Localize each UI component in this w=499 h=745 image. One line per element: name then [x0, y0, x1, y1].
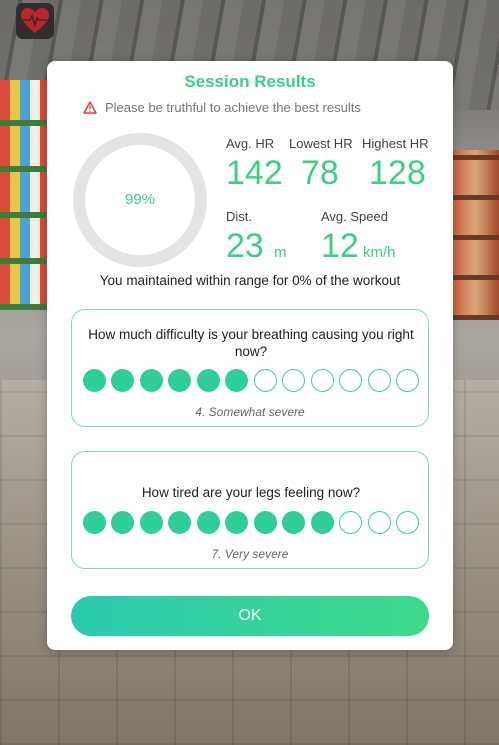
rating-dot[interactable] [111, 369, 135, 392]
rating-dot[interactable] [139, 511, 163, 534]
rating-dot[interactable] [253, 369, 277, 392]
rating-dot[interactable] [196, 369, 220, 392]
rating-dot[interactable] [339, 511, 363, 534]
distance-value: 23 [226, 227, 264, 265]
rating-dot[interactable] [367, 511, 391, 534]
avg-hr-label: Avg. HR [226, 136, 275, 151]
avg-speed-value: 12 [321, 227, 359, 265]
rating-dot[interactable] [225, 511, 249, 534]
rating-dot[interactable] [395, 369, 419, 392]
rating-dot[interactable] [83, 511, 106, 534]
rating-dot[interactable] [168, 369, 192, 392]
warning-row: Please be truthful to achieve the best r… [83, 98, 361, 116]
heart-monitor-icon [21, 8, 49, 33]
warning-triangle-icon [83, 100, 97, 114]
question-text: How tired are your legs feeling now? [141, 485, 361, 500]
lowest-hr-value: 78 [301, 154, 339, 192]
distance-label: Dist. [226, 209, 252, 224]
rating-dot[interactable] [168, 511, 192, 534]
app-menu-button[interactable] [16, 3, 54, 39]
warning-text: Please be truthful to achieve the best r… [105, 99, 361, 115]
distance-unit: m [274, 244, 287, 261]
answer-text: 4. Somewhat severe [195, 405, 305, 419]
legs-question-card: How tired are your legs feeling now? 7. … [71, 451, 429, 569]
ok-button[interactable]: OK [71, 596, 429, 636]
rating-dot[interactable] [367, 369, 391, 392]
rating-dot[interactable] [310, 369, 334, 392]
modal-title: Session Results [184, 72, 316, 91]
lowest-hr-label: Lowest HR [289, 136, 353, 151]
rating-scale [83, 511, 419, 535]
rating-dot[interactable] [225, 369, 249, 392]
rating-dot[interactable] [253, 511, 277, 534]
highest-hr-label: Highest HR [362, 136, 429, 151]
highest-hr-value: 128 [369, 154, 426, 192]
rating-dot[interactable] [196, 511, 220, 534]
rating-dot[interactable] [83, 369, 106, 392]
rating-dot[interactable] [282, 511, 306, 534]
rating-scale [83, 369, 419, 393]
avg-speed-label: Avg. Speed [321, 209, 388, 224]
progress-percent: 99% [124, 191, 156, 208]
background-shelf-left [0, 80, 52, 310]
rating-dot[interactable] [395, 511, 419, 534]
avg-speed-unit: km/h [363, 244, 396, 261]
background-shelf-right [452, 150, 499, 320]
question-text: How much difficulty is your breathing ca… [88, 327, 414, 359]
session-results-modal: Session Results Please be truthful to ac… [47, 61, 453, 650]
avg-hr-value: 142 [226, 154, 283, 192]
rating-dot[interactable] [310, 511, 334, 534]
range-summary: You maintained within range for 0% of th… [99, 273, 401, 288]
rating-dot[interactable] [139, 369, 163, 392]
answer-text: 7. Very severe [211, 547, 289, 561]
breathing-question-card: How much difficulty is your breathing ca… [71, 309, 429, 427]
rating-dot[interactable] [111, 511, 135, 534]
rating-dot[interactable] [282, 369, 306, 392]
rating-dot[interactable] [339, 369, 363, 392]
